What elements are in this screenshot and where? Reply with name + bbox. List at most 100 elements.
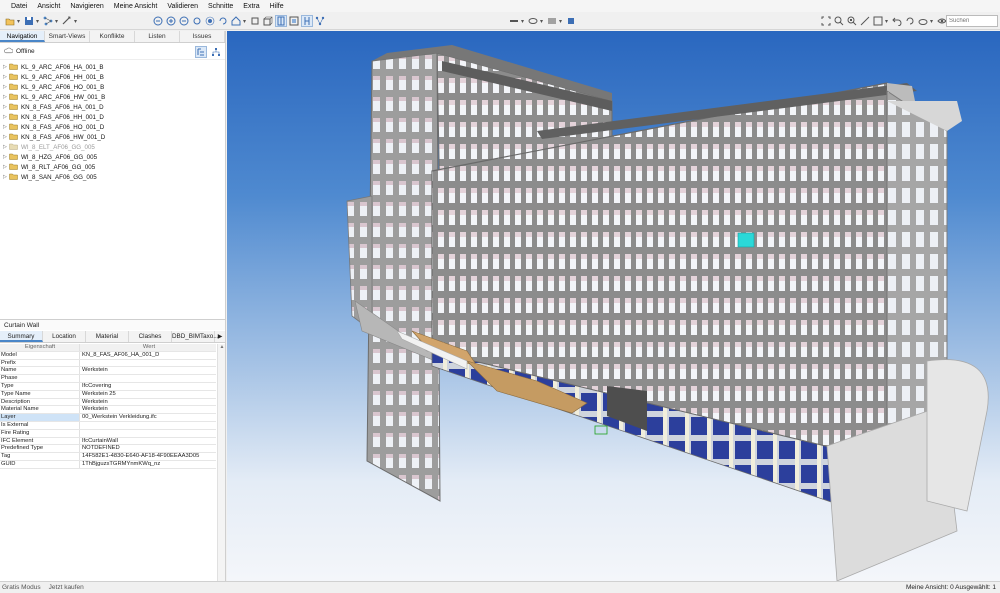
menu-item-ansicht[interactable]: Ansicht (32, 3, 65, 10)
property-row[interactable]: Layer 00_Werkstein Verkleidung.ifc (0, 414, 216, 422)
fit-all-icon[interactable] (820, 15, 832, 27)
tab-navigation[interactable]: Navigation (0, 31, 45, 42)
section-icon[interactable] (275, 15, 288, 27)
column-header-value[interactable]: Wert (80, 344, 216, 351)
selected-curtain-wall-element[interactable] (737, 232, 755, 248)
tab-issues[interactable]: Issues (180, 31, 225, 42)
open-icon[interactable] (4, 15, 16, 27)
rotate-model-icon[interactable] (904, 15, 916, 27)
properties-scrollbar[interactable]: ▲ ▼ (217, 344, 225, 593)
measure-dropdown-icon[interactable]: ▾ (74, 18, 77, 25)
home-view-icon[interactable] (230, 15, 242, 27)
cloud-icon[interactable] (917, 15, 929, 27)
measure-distance-icon[interactable] (859, 15, 871, 27)
search-input[interactable] (946, 15, 998, 27)
cloud-dropdown-icon[interactable]: ▾ (930, 18, 933, 25)
rotate-icon[interactable] (217, 15, 229, 27)
color-icon[interactable] (565, 15, 577, 27)
property-tab-dbd-bimtaxo-[interactable]: DBD_BIMTaxo... (172, 331, 219, 342)
display-mode-dropdown-icon[interactable]: ▾ (521, 18, 524, 25)
clip-icon[interactable] (872, 15, 884, 27)
tree-item[interactable]: ▷ KL_9_ARC_AF06_HA_001_B (0, 62, 225, 72)
line-style-dropdown-icon[interactable]: ▾ (559, 18, 562, 25)
property-row[interactable]: Type Name Werkstein 25 (0, 390, 216, 399)
menu-item-meine-ansicht[interactable]: Meine Ansicht (109, 3, 163, 10)
property-row[interactable]: Prefix (0, 359, 216, 368)
tree-item[interactable]: ▷ KL_9_ARC_AF06_HH_001_B (0, 72, 225, 82)
tree-item[interactable]: ▷ WI_8_HZG_AF06_GG_005 (0, 152, 225, 162)
3d-viewport[interactable] (227, 31, 1000, 581)
cube-icon[interactable] (262, 15, 274, 27)
buy-now-link[interactable]: Jetzt kaufen (49, 584, 84, 591)
tree-item-label: KL_9_ARC_AF06_HH_001_B (21, 73, 104, 81)
hierarchy-icon[interactable] (210, 46, 222, 58)
property-row[interactable]: Phase (0, 375, 216, 383)
zoom-in-icon[interactable] (165, 15, 177, 27)
measure-icon[interactable] (61, 15, 73, 27)
box-icon[interactable] (249, 15, 261, 27)
property-row[interactable]: GUID 1ThBjguzsTGRMYnmKWq_nz (0, 460, 216, 469)
zoom-window-icon[interactable] (833, 15, 845, 27)
tree-view-icon[interactable] (195, 46, 207, 58)
property-key: Type (0, 382, 80, 390)
save-icon[interactable] (23, 15, 35, 27)
property-row[interactable]: Name Werkstein (0, 367, 216, 376)
column-header-key[interactable]: Eigenschaft (0, 344, 80, 351)
tab-listen[interactable]: Listen (135, 31, 180, 42)
tab-konflikte[interactable]: Konflikte (90, 31, 135, 42)
zoom-out-icon[interactable] (178, 15, 190, 27)
property-row[interactable]: Is External (0, 421, 216, 430)
property-row[interactable]: Description Werkstein (0, 398, 216, 407)
walk-icon[interactable] (301, 15, 314, 27)
tree-item[interactable]: ▷ KN_8_FAS_AF06_HA_001_D (0, 102, 225, 112)
tree-icon[interactable] (42, 15, 54, 27)
tree-item[interactable]: ▷ WI_8_SAN_AF06_GG_005 (0, 172, 225, 182)
view-dropdown-icon[interactable]: ▾ (243, 18, 246, 25)
menu-item-schnitte[interactable]: Schnitte (203, 3, 238, 10)
tree-item[interactable]: ▷ KN_8_FAS_AF06_HO_001_D (0, 122, 225, 132)
property-value: Werkstein 25 (82, 390, 116, 397)
save-dropdown-icon[interactable]: ▾ (36, 18, 39, 25)
tab-smart-views[interactable]: Smart-Views (45, 31, 90, 42)
undo-icon[interactable] (891, 15, 903, 27)
tree-item[interactable]: ▷ KN_8_FAS_AF06_HH_001_D (0, 112, 225, 122)
menu-item-datei[interactable]: Datei (6, 3, 32, 10)
tree-item[interactable]: ▷ KL_9_ARC_AF06_HW_001_B (0, 92, 225, 102)
building-model[interactable] (227, 31, 1000, 581)
property-row[interactable]: Predefined Type NOTDEFINED (0, 445, 216, 454)
zoom-selection-icon[interactable] (846, 15, 858, 27)
property-row[interactable]: Model KN_8_FAS_AF06_HA_001_D (0, 351, 216, 360)
section-box-icon[interactable] (288, 15, 300, 27)
look-icon[interactable] (191, 15, 203, 27)
shape-dropdown-icon[interactable]: ▾ (540, 18, 543, 25)
property-row[interactable]: IFC Element IfcCurtainWall (0, 437, 216, 446)
property-row[interactable]: Material Name Werkstein (0, 406, 216, 415)
property-tab-location[interactable]: Location (43, 331, 86, 342)
property-tab-summary[interactable]: Summary (0, 331, 43, 342)
display-mode-icon[interactable] (508, 15, 520, 27)
more-tabs-arrow-icon[interactable]: ▶ (215, 331, 225, 342)
shape-icon[interactable] (527, 15, 539, 27)
property-tab-clashes[interactable]: Clashes (129, 331, 172, 342)
orbit-icon[interactable] (204, 15, 216, 27)
clip-dropdown-icon[interactable]: ▾ (885, 18, 888, 25)
property-row[interactable]: Type IfcCovering (0, 382, 216, 391)
menu-item-hilfe[interactable]: Hilfe (265, 3, 289, 10)
property-row[interactable]: Fire Rating (0, 429, 216, 438)
line-style-icon[interactable] (546, 15, 558, 27)
tree-item[interactable]: ▷ WI_8_RLT_AF06_GG_005 (0, 162, 225, 172)
tree-item[interactable]: ▷ KL_9_ARC_AF06_HO_001_B (0, 82, 225, 92)
tree-dropdown-icon[interactable]: ▾ (55, 18, 58, 25)
folder-icon (9, 113, 18, 122)
property-tab-material[interactable]: Material (86, 331, 129, 342)
property-row[interactable]: Tag 14F582E1-4830-E640-AF18-4F90EEAA3D05 (0, 453, 216, 461)
scroll-up-icon[interactable]: ▲ (218, 344, 226, 352)
menu-item-navigieren[interactable]: Navigieren (65, 3, 108, 10)
open-dropdown-icon[interactable]: ▾ (17, 18, 20, 25)
menu-item-extra[interactable]: Extra (238, 3, 264, 10)
tree-item[interactable]: ▷ KN_8_FAS_AF06_HW_001_D (0, 132, 225, 142)
network-icon[interactable] (314, 15, 326, 27)
tree-item[interactable]: ▷ WI_8_ELT_AF06_GG_005 (0, 142, 225, 152)
menu-item-validieren[interactable]: Validieren (162, 3, 203, 10)
zoom-fit-icon[interactable] (152, 15, 164, 27)
